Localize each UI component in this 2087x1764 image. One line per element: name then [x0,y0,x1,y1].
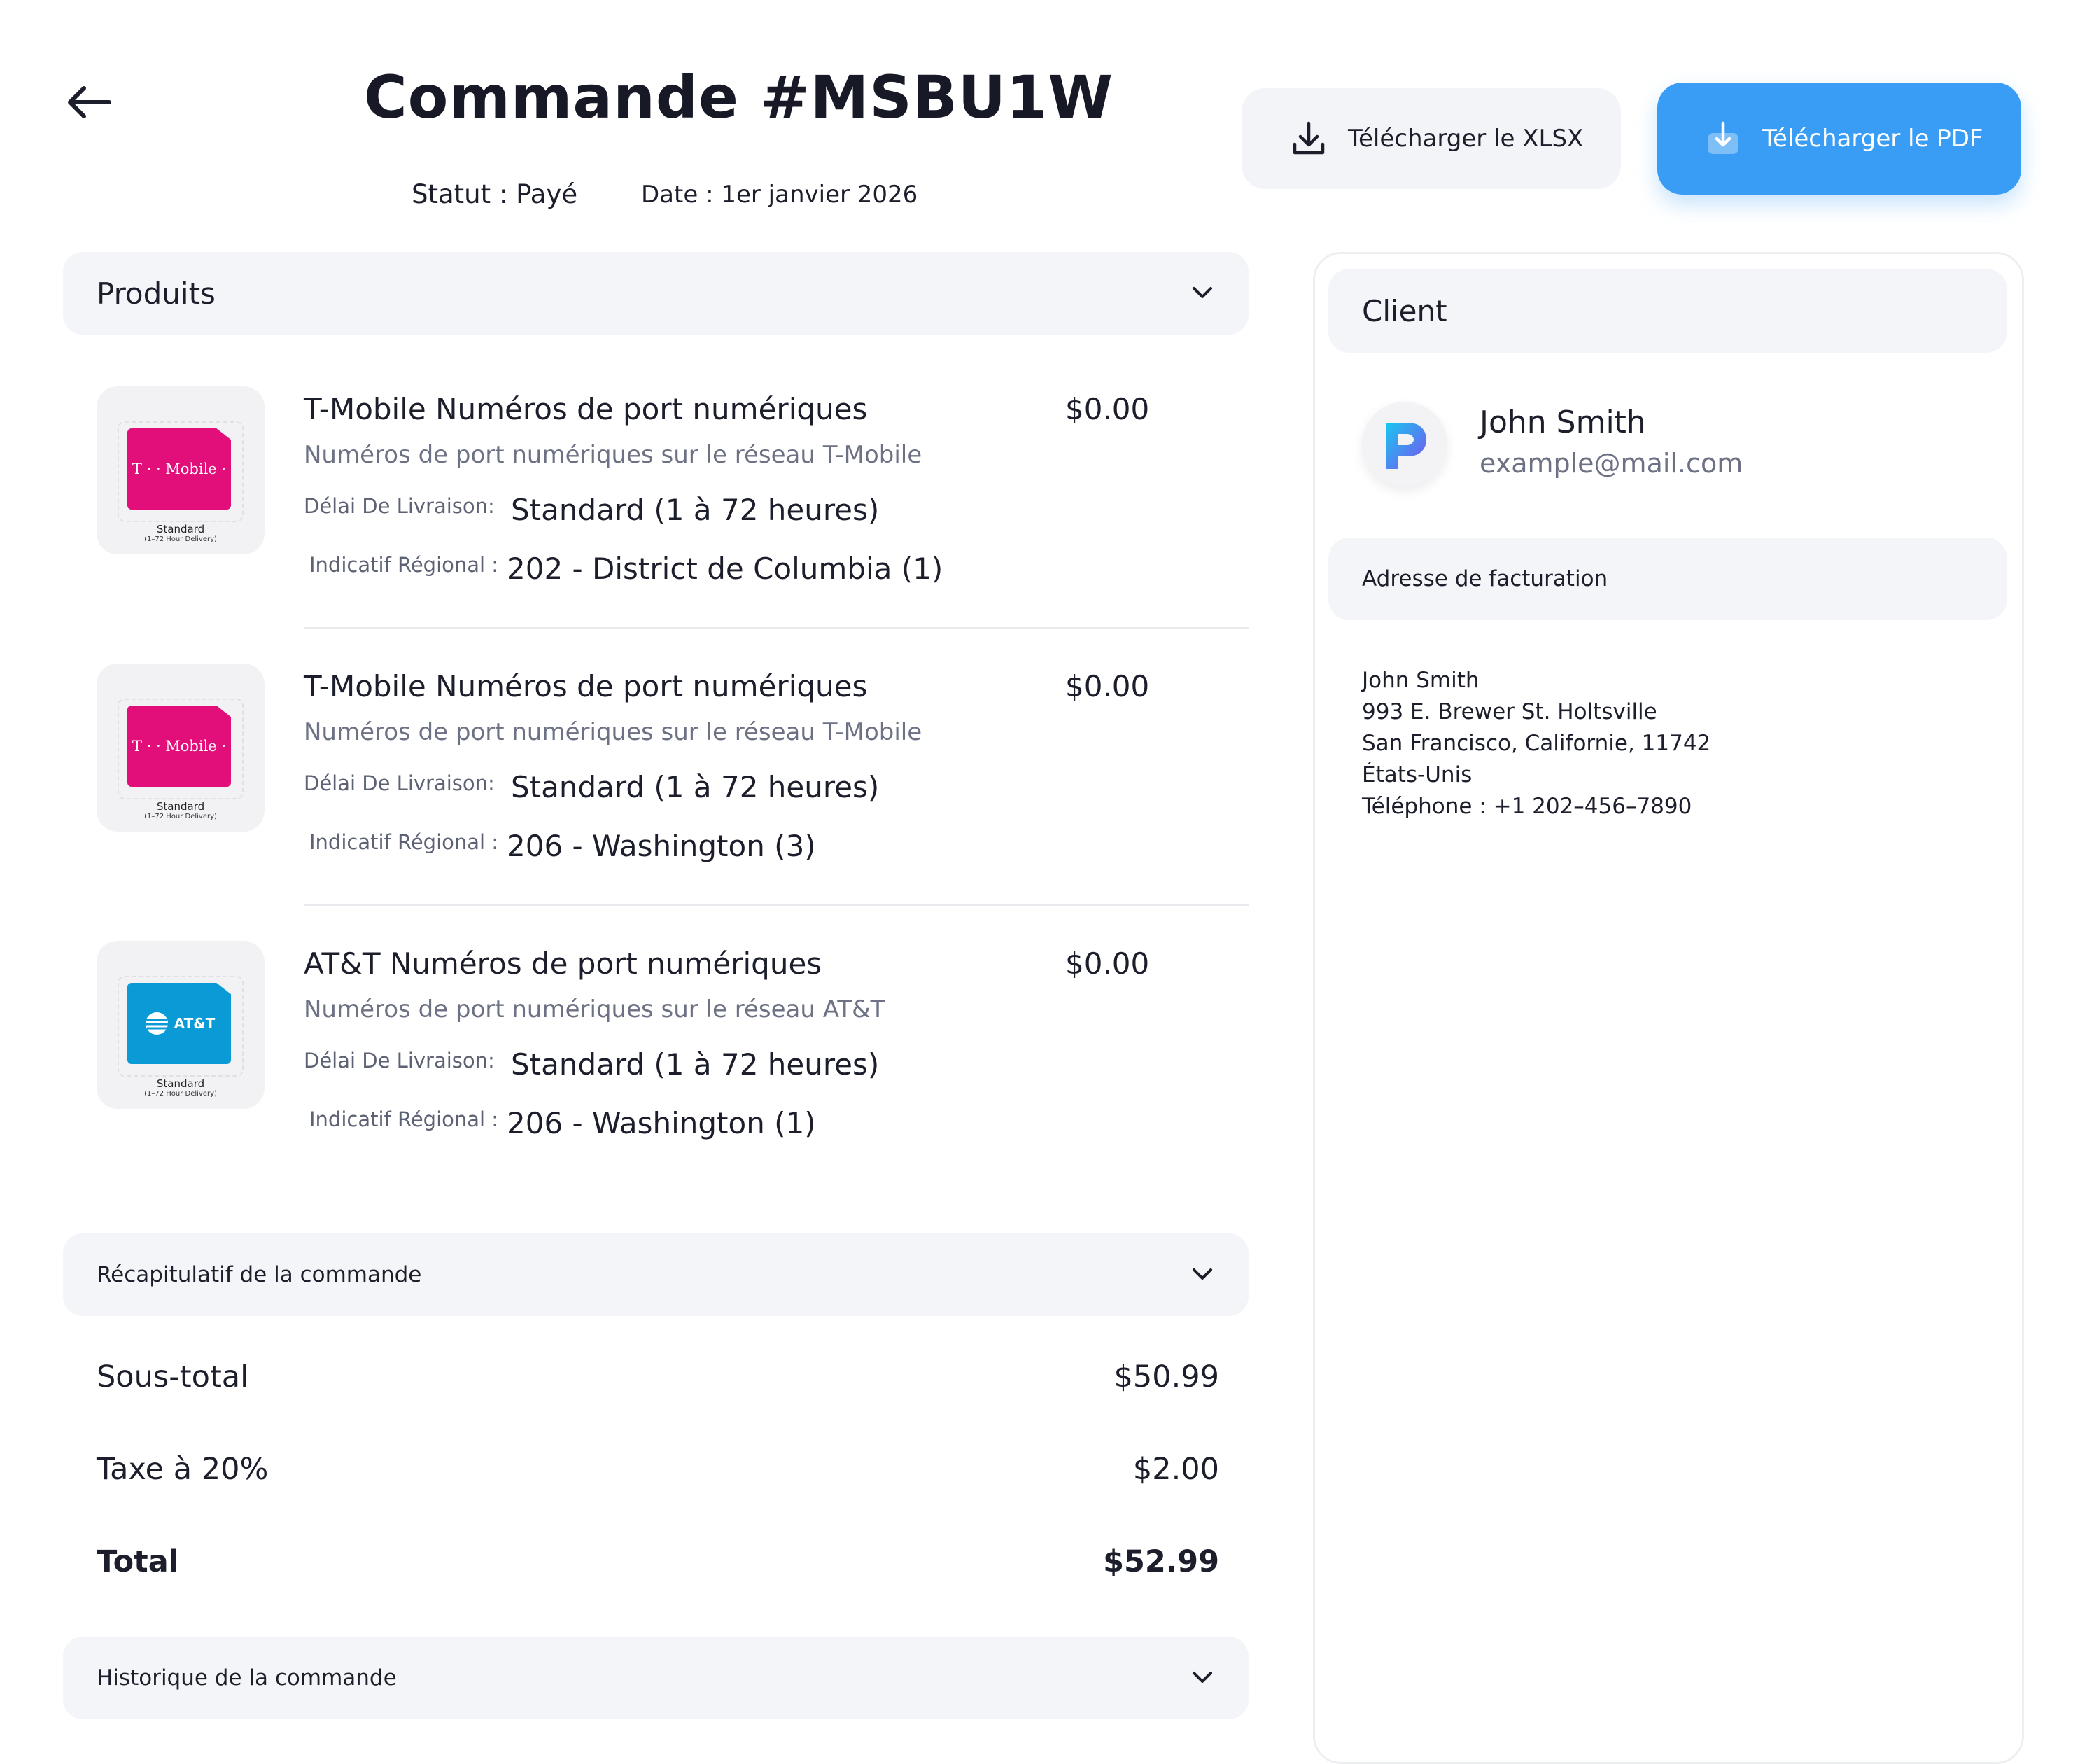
history-section-title: Historique de la commande [97,1665,397,1690]
summary-section-header[interactable]: Récapitulatif de la commande [63,1233,1249,1316]
sim-subcaption: (1–72 Hour Delivery) [144,1089,217,1098]
history-section-header[interactable]: Historique de la commande [63,1637,1249,1719]
product-description: Numéros de port numériques sur le réseau… [304,995,885,1023]
product-item: AT&T Standard (1–72 Hour Delivery) AT&T … [97,941,1249,1207]
total-label: Total [97,1544,179,1579]
delivery-label: Délai De Livraison: [304,494,495,518]
client-section-title: Client [1362,293,1447,328]
subtotal-row: Sous-total $50.99 [97,1359,1219,1394]
divider [304,627,1249,629]
address-line: John Smith [1362,668,1480,693]
sim-subcaption: (1–72 Hour Delivery) [144,812,217,820]
sim-caption: Standard [156,1077,205,1090]
product-price: $0.00 [1065,392,1150,426]
sim-caption: Standard [156,523,205,536]
order-page: Commande #MSBU1W Statut : Payé Date : 1e… [0,0,2087,1764]
area-code-value: 206 - Washington (3) [507,829,816,863]
tmobile-sim-logo: T · · Mobile · [127,428,231,510]
product-name: AT&T Numéros de port numériques [304,946,822,981]
product-name: T-Mobile Numéros de port numériques [304,669,868,704]
tax-value: $2.00 [1132,1452,1219,1487]
client-section-header: Client [1328,269,2007,353]
product-item: T · · Mobile · Standard (1–72 Hour Deliv… [97,664,1249,930]
download-xlsx-button[interactable]: Télécharger le XLSX [1242,88,1621,189]
subtotal-label: Sous-total [97,1359,249,1394]
product-price: $0.00 [1065,669,1150,704]
back-button[interactable] [64,83,113,122]
area-code-label: Indicatif Régional : [309,553,499,577]
brand-logo-icon [1386,423,1426,469]
area-code-value: 206 - Washington (1) [507,1106,816,1140]
chevron-down-icon [1193,1268,1212,1280]
tax-label: Taxe à 20% [97,1452,269,1487]
summary-section-title: Récapitulatif de la commande [97,1262,422,1287]
area-code-value: 202 - District de Columbia (1) [507,552,943,586]
download-file-icon [1708,121,1738,154]
total-value: $52.99 [1103,1544,1219,1579]
chevron-down-icon [1193,287,1212,298]
product-description: Numéros de port numériques sur le réseau… [304,441,922,469]
download-pdf-label: Télécharger le PDF [1762,125,1983,153]
product-name: T-Mobile Numéros de port numériques [304,392,868,426]
area-code-label: Indicatif Régional : [309,830,499,854]
delivery-label: Délai De Livraison: [304,1049,495,1072]
delivery-value: Standard (1 à 72 heures) [511,1047,880,1082]
product-image: T · · Mobile · Standard (1–72 Hour Deliv… [97,664,265,832]
chevron-down-icon [1193,1672,1212,1683]
att-sim-logo: AT&T [127,983,231,1064]
avatar [1362,402,1447,487]
total-row: Total $52.99 [97,1544,1219,1579]
products-section-title: Produits [97,276,216,311]
delivery-label: Délai De Livraison: [304,771,495,795]
product-image: AT&T Standard (1–72 Hour Delivery) [97,941,265,1109]
product-item: T · · Mobile · Standard (1–72 Hour Deliv… [97,386,1249,652]
order-status: Statut : Payé [412,179,578,209]
client-email: example@mail.com [1480,448,1743,479]
tmobile-sim-logo: T · · Mobile · [127,706,231,787]
billing-address-header: Adresse de facturation [1328,538,2007,620]
address-line: San Francisco, Californie, 11742 [1362,731,1711,756]
product-price: $0.00 [1065,946,1150,981]
products-section-header[interactable]: Produits [63,252,1249,335]
tax-row: Taxe à 20% $2.00 [97,1452,1219,1487]
divider [304,904,1249,906]
att-globe-icon [145,1012,168,1035]
product-description: Numéros de port numériques sur le réseau… [304,718,922,746]
download-icon [1293,121,1325,155]
product-image: T · · Mobile · Standard (1–72 Hour Deliv… [97,386,265,554]
address-line: États-Unis [1362,762,1473,788]
sim-subcaption: (1–72 Hour Delivery) [144,535,217,543]
att-brand-text: AT&T [174,1015,216,1032]
client-name: John Smith [1480,405,1646,440]
download-pdf-button[interactable]: Télécharger le PDF [1657,83,2021,195]
billing-address: John Smith 993 E. Brewer St. Holtsville … [1362,665,1710,822]
order-date: Date : 1er janvier 2026 [641,181,918,209]
address-phone: Téléphone : +1 202–456–7890 [1362,794,1692,819]
area-code-label: Indicatif Régional : [309,1107,499,1131]
sim-caption: Standard [156,800,205,813]
page-title: Commande #MSBU1W [364,63,1114,132]
billing-address-title: Adresse de facturation [1362,566,1608,592]
address-line: 993 E. Brewer St. Holtsville [1362,699,1657,724]
arrow-left-icon [68,86,111,118]
subtotal-value: $50.99 [1113,1359,1219,1394]
delivery-value: Standard (1 à 72 heures) [511,770,880,804]
delivery-value: Standard (1 à 72 heures) [511,493,880,527]
download-xlsx-label: Télécharger le XLSX [1348,125,1584,153]
